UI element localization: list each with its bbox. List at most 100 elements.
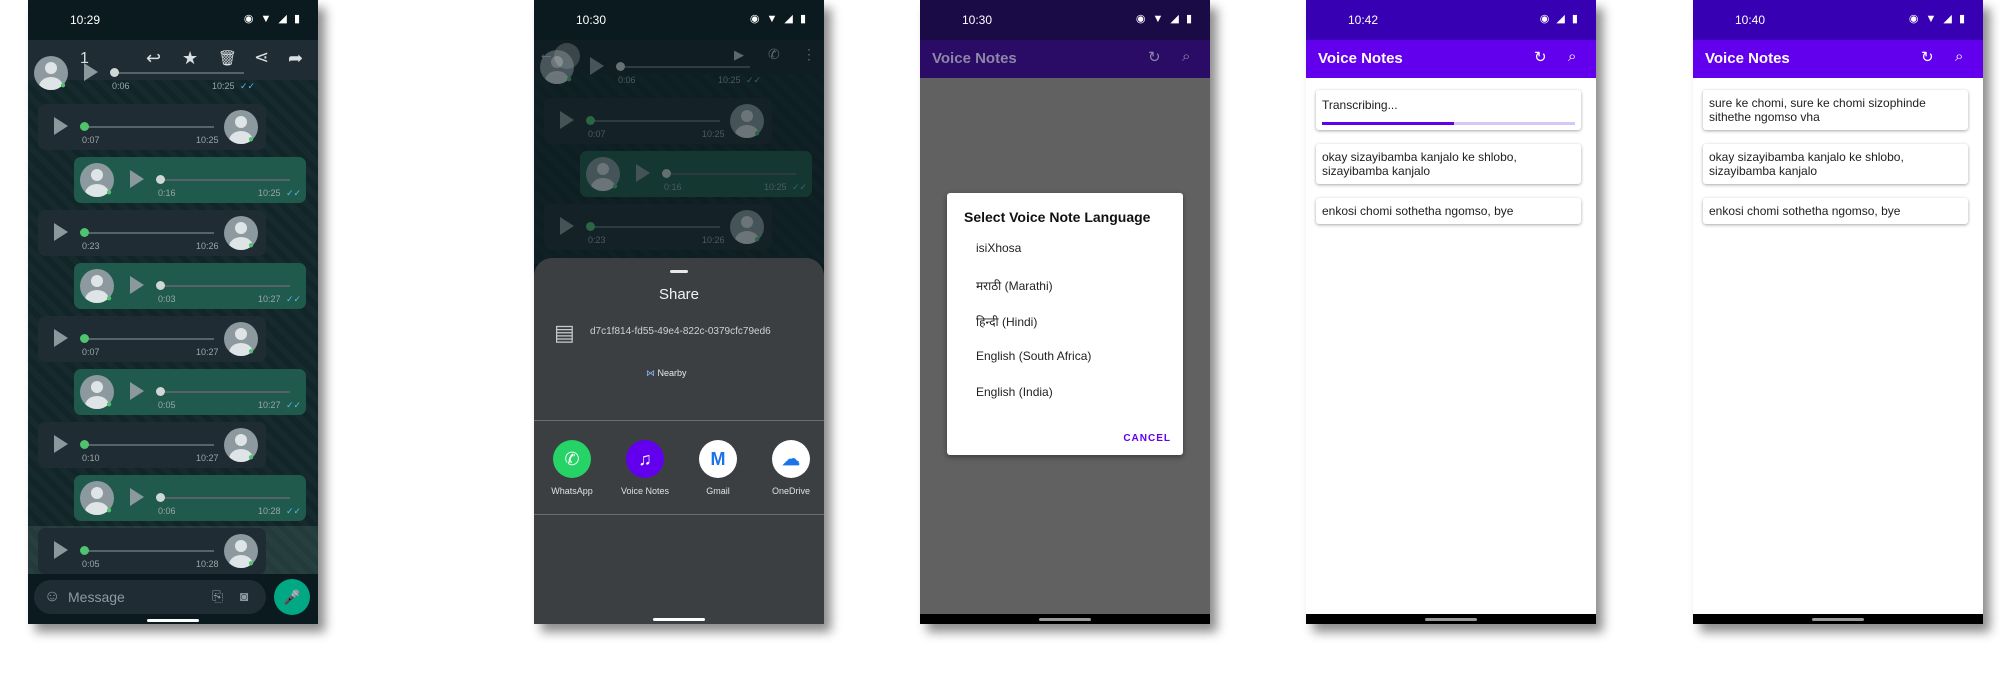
play-icon[interactable] — [130, 276, 144, 294]
waveform-track[interactable] — [158, 391, 290, 393]
play-icon[interactable] — [560, 111, 574, 129]
reply-icon[interactable]: ↩ — [146, 48, 161, 69]
app-title: Voice Notes — [1318, 50, 1403, 67]
waveform-track[interactable] — [82, 550, 214, 552]
voice-note-bubble[interactable]: 0:16 10:25 ✓✓ ● — [74, 157, 306, 203]
voice-call-icon[interactable]: ✆ — [768, 46, 780, 63]
refresh-icon[interactable]: ↻ — [1921, 48, 1934, 66]
emoji-icon[interactable]: ☺ — [44, 588, 60, 606]
playhead-dot[interactable] — [156, 281, 165, 290]
language-option[interactable]: isiXhosa — [976, 241, 1021, 255]
waveform-track[interactable] — [588, 120, 720, 122]
waveform-track[interactable] — [664, 173, 796, 175]
share-app-label[interactable]: Gmail — [682, 486, 754, 496]
message-input[interactable]: Message — [68, 589, 125, 605]
waveform-track[interactable] — [82, 126, 214, 128]
playhead-dot[interactable] — [662, 169, 671, 178]
refresh-icon[interactable]: ↻ — [1534, 48, 1547, 66]
waveform-track[interactable] — [158, 179, 290, 181]
waveform-track[interactable] — [82, 338, 214, 340]
play-icon[interactable] — [84, 63, 98, 81]
play-icon[interactable] — [54, 329, 68, 347]
search-icon[interactable]: ⌕ — [1182, 48, 1190, 65]
message-input-box[interactable]: ☺ Message ⎘ ◙ — [34, 580, 266, 614]
playhead-dot[interactable] — [110, 68, 119, 77]
share-app-onedrive-icon[interactable]: ☁ — [772, 440, 810, 478]
refresh-icon[interactable]: ↻ — [1148, 48, 1161, 66]
waveform-track[interactable] — [82, 444, 214, 446]
search-icon[interactable]: ⌕ — [1568, 48, 1576, 65]
voice-note-bubble[interactable]: 0:07 10:25 ● — [544, 98, 772, 144]
share-app-gmail-icon[interactable]: M — [699, 440, 737, 478]
share-app-whatsapp-icon[interactable]: ✆ — [553, 440, 591, 478]
waveform-track[interactable] — [82, 232, 214, 234]
playhead-dot[interactable] — [80, 122, 89, 131]
voice-note-bubble[interactable]: 0:16 10:25 ✓✓ ● — [580, 151, 812, 197]
share-app-label[interactable]: Voice Notes — [609, 486, 681, 496]
voice-note-time: 10:25 — [702, 129, 725, 139]
cancel-button[interactable]: CANCEL — [1123, 433, 1171, 444]
voice-note-bubble[interactable]: 0:07 10:27 ● — [38, 316, 266, 362]
playhead-dot[interactable] — [156, 387, 165, 396]
play-icon[interactable] — [130, 170, 144, 188]
play-icon[interactable] — [54, 541, 68, 559]
voice-note-bubble[interactable]: 0:03 10:27 ✓✓ ● — [74, 263, 306, 309]
play-icon[interactable] — [54, 223, 68, 241]
more-options-icon[interactable]: ⋮ — [802, 46, 816, 63]
forward-icon[interactable]: ➦ — [288, 48, 303, 69]
language-option[interactable]: English (India) — [976, 385, 1053, 399]
share-icon[interactable]: ⋖ — [254, 47, 269, 68]
transcription-card[interactable]: okay sizayibamba kanjalo ke shlobo, siza… — [1316, 144, 1581, 184]
mic-icon: 🎤 — [283, 589, 301, 605]
play-icon[interactable] — [560, 217, 574, 235]
play-icon[interactable] — [590, 57, 604, 75]
waveform-track[interactable] — [112, 72, 244, 74]
language-option[interactable]: हिन्दी (Hindi) — [976, 313, 1037, 330]
search-icon[interactable]: ⌕ — [1955, 48, 1963, 65]
voice-note-bubble[interactable]: 0:06 10:28 ✓✓ ● — [74, 475, 306, 521]
attach-icon[interactable]: ⎘ — [212, 588, 223, 605]
video-call-icon[interactable]: ▶ — [734, 47, 744, 63]
voice-note-bubble[interactable]: 0:10 10:27 ● — [38, 422, 266, 468]
avatar-head — [235, 222, 247, 234]
play-icon[interactable] — [130, 488, 144, 506]
voice-note-bubble[interactable]: 0:07 10:25 ● — [38, 104, 266, 150]
playhead-dot[interactable] — [80, 546, 89, 555]
playhead-dot[interactable] — [586, 116, 595, 125]
play-icon[interactable] — [54, 435, 68, 453]
voice-note-bubble[interactable]: 0:05 10:28 ● — [38, 528, 266, 574]
waveform-track[interactable] — [618, 66, 750, 68]
share-app-label[interactable]: OneDrive — [755, 486, 824, 496]
language-option[interactable]: मराठी (Marathi) — [976, 277, 1053, 294]
nearby-button[interactable]: ⋈ Nearby — [646, 368, 710, 382]
language-option[interactable]: English (South Africa) — [976, 349, 1091, 363]
transcription-card[interactable]: enkosi chomi sothetha ngomso, bye — [1703, 198, 1968, 224]
waveform-track[interactable] — [158, 497, 290, 499]
sheet-handle[interactable] — [670, 270, 688, 273]
camera-icon[interactable]: ◙ — [240, 588, 248, 604]
transcription-card[interactable]: enkosi chomi sothetha ngomso, bye — [1316, 198, 1581, 224]
delete-icon[interactable]: 🗑 — [218, 49, 237, 67]
playhead-dot[interactable] — [156, 175, 165, 184]
mic-button[interactable]: 🎤 — [274, 579, 310, 615]
voice-note-time: 10:27 — [196, 347, 219, 357]
voice-note-bubble[interactable]: 0:23 10:26 ● — [38, 210, 266, 256]
waveform-track[interactable] — [588, 226, 720, 228]
star-icon[interactable]: ★ — [182, 48, 198, 69]
playhead-dot[interactable] — [616, 62, 625, 71]
voice-note-bubble[interactable]: 0:23 10:26 ● — [544, 204, 772, 250]
playhead-dot[interactable] — [80, 440, 89, 449]
share-app-voice-notes-icon[interactable]: ♫ — [626, 440, 664, 478]
play-icon[interactable] — [636, 164, 650, 182]
play-icon[interactable] — [130, 382, 144, 400]
playhead-dot[interactable] — [586, 222, 595, 231]
voice-note-bubble[interactable]: 0:05 10:27 ✓✓ ● — [74, 369, 306, 415]
transcription-card[interactable]: okay sizayibamba kanjalo ke shlobo, siza… — [1703, 144, 1968, 184]
playhead-dot[interactable] — [156, 493, 165, 502]
transcription-card[interactable]: sure ke chomi, sure ke chomi sizophinde … — [1703, 90, 1968, 130]
playhead-dot[interactable] — [80, 334, 89, 343]
share-app-label[interactable]: WhatsApp — [536, 486, 608, 496]
playhead-dot[interactable] — [80, 228, 89, 237]
waveform-track[interactable] — [158, 285, 290, 287]
play-icon[interactable] — [54, 117, 68, 135]
